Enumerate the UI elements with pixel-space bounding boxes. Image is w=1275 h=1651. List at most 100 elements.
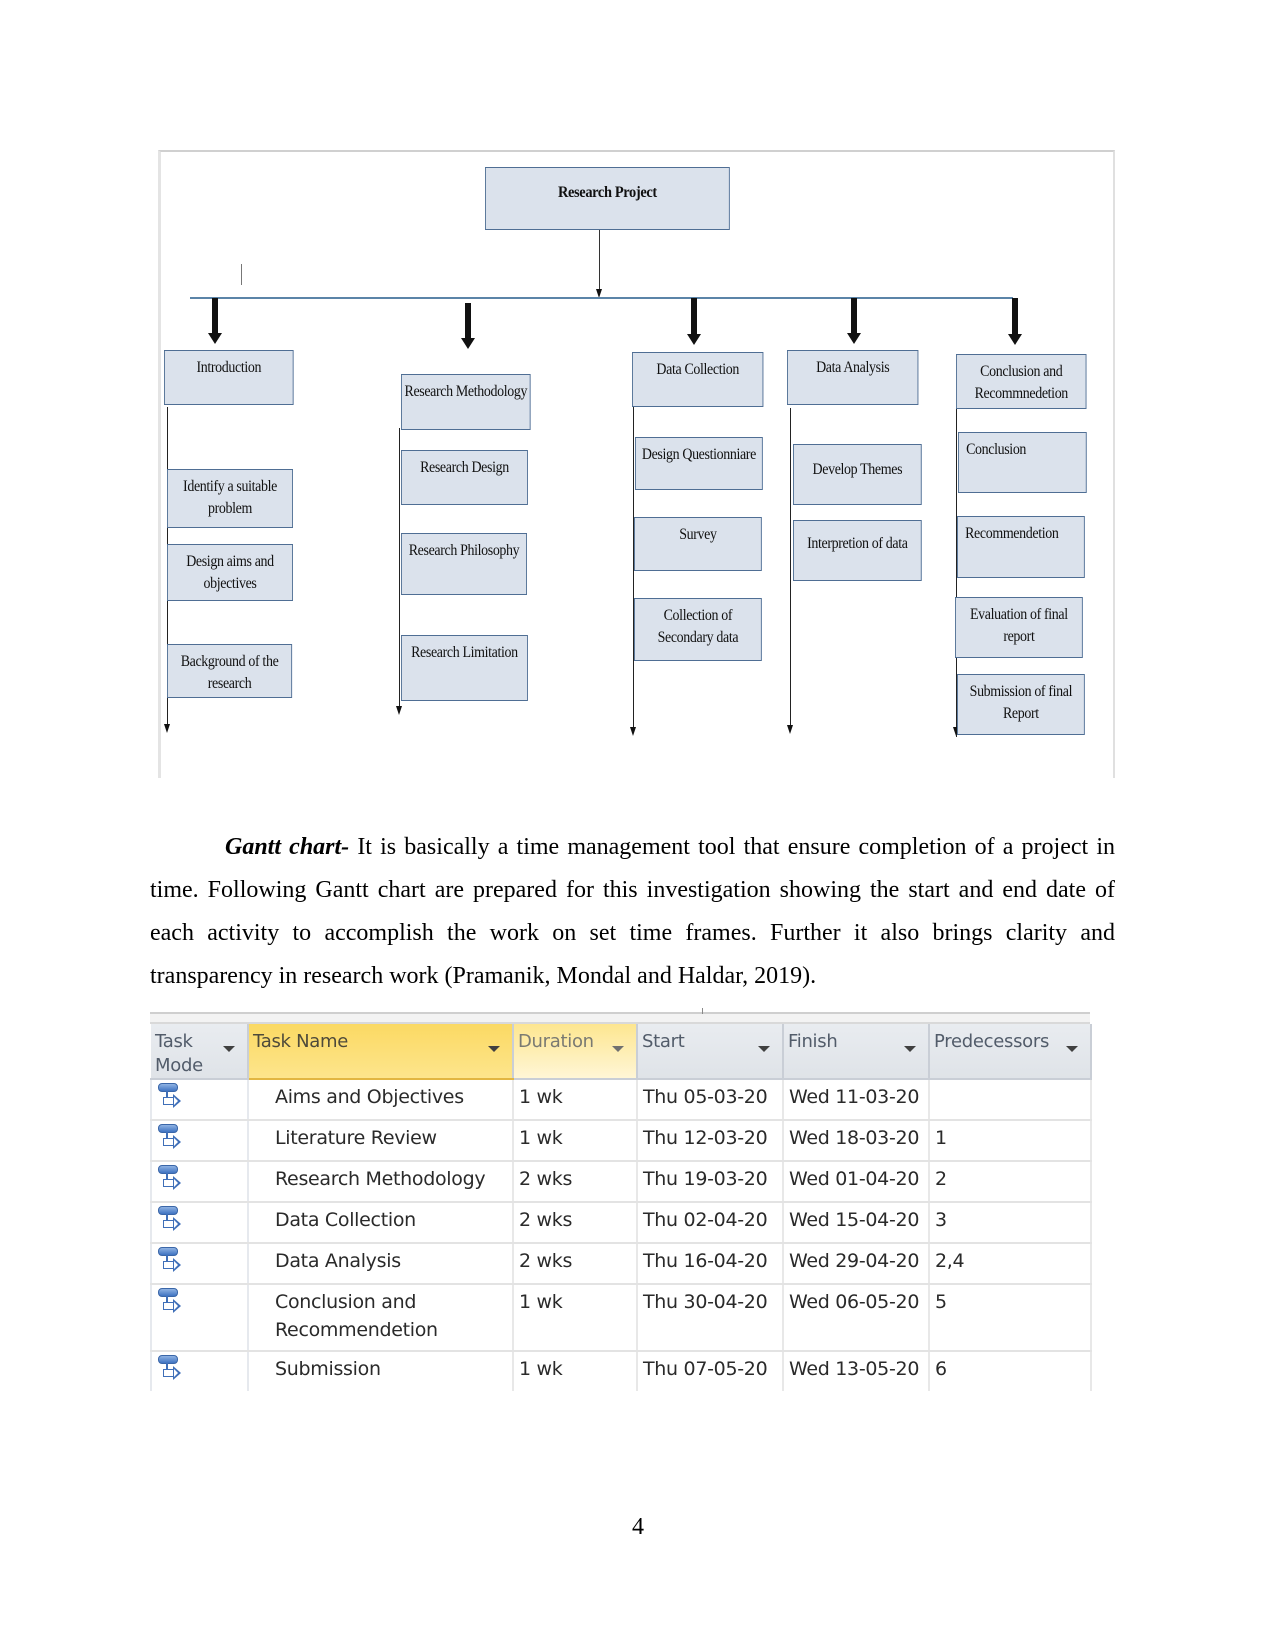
auto-scheduled-task-icon: [158, 1288, 184, 1316]
gantt-table: Task Mode Task Name Duration Start Finis…: [150, 1024, 1092, 1391]
branch-arrow-5: [1012, 298, 1018, 334]
task-name-cell[interactable]: Literature Review: [248, 1120, 514, 1162]
branch-node-research-methodology: Research Methodology: [401, 374, 531, 430]
gantt-table-screenshot: Task Mode Task Name Duration Start Finis…: [150, 1008, 1092, 1391]
child-node: Research Philosophy: [401, 533, 527, 595]
task-mode-cell[interactable]: [150, 1079, 249, 1121]
branch-node-data-collection: Data Collection: [632, 352, 764, 407]
duration-cell[interactable]: 2 wks: [513, 1243, 638, 1285]
predecessors-cell[interactable]: [929, 1079, 1092, 1121]
column-header-task-name[interactable]: Task Name: [248, 1024, 514, 1080]
branch-arrow-1: [212, 298, 218, 333]
child-node: Research Design: [401, 450, 528, 505]
predecessors-cell[interactable]: 2: [929, 1161, 1092, 1203]
task-name-cell[interactable]: Submission: [248, 1351, 514, 1391]
auto-scheduled-task-icon: [158, 1165, 184, 1193]
task-name-cell[interactable]: Aims and Objectives: [248, 1079, 514, 1121]
dropdown-arrow-icon[interactable]: [758, 1046, 770, 1052]
auto-scheduled-task-icon: [158, 1206, 184, 1234]
child-node: Evaluation of final report: [955, 597, 1083, 658]
column-header-task-mode[interactable]: Task Mode: [151, 1024, 249, 1080]
table-row[interactable]: Literature Review 1 wk Thu 12-03-20 Wed 18-…: [150, 1120, 1092, 1162]
child-node: Recommendetion: [957, 516, 1085, 578]
column-header-duration[interactable]: Duration: [513, 1024, 638, 1080]
branch-1-line-arrowhead: [164, 724, 170, 733]
dropdown-arrow-icon[interactable]: [904, 1046, 916, 1052]
auto-scheduled-task-icon: [158, 1355, 184, 1383]
table-row[interactable]: Data Analysis 2 wks Thu 16-04-20 Wed 29-04-…: [150, 1243, 1092, 1285]
finish-cell[interactable]: Wed 01-04-20: [783, 1161, 930, 1203]
branch-arrowhead-2: [461, 338, 475, 349]
task-mode-cell[interactable]: [150, 1202, 249, 1244]
column-header-predecessors[interactable]: Predecessors: [929, 1024, 1092, 1080]
predecessors-cell[interactable]: 3: [929, 1202, 1092, 1244]
table-row[interactable]: Conclusion and Recommendetion 1 wk Thu 30-…: [150, 1284, 1092, 1352]
finish-cell[interactable]: Wed 13-05-20: [783, 1351, 930, 1391]
dropdown-arrow-icon[interactable]: [1066, 1046, 1078, 1052]
branch-node-conclusion-recommendation: Conclusion and Recommnedetion: [956, 354, 1087, 409]
column-header-start[interactable]: Start: [637, 1024, 784, 1080]
table-row[interactable]: Data Collection 2 wks Thu 02-04-20 Wed 15-0…: [150, 1202, 1092, 1244]
finish-cell[interactable]: Wed 18-03-20: [783, 1120, 930, 1162]
finish-cell[interactable]: Wed 11-03-20: [783, 1079, 930, 1121]
diagram-layer: Research Project Introduction Identify a…: [0, 0, 1275, 800]
branch-3-line-arrowhead: [630, 727, 636, 736]
start-cell[interactable]: Thu 30-04-20: [637, 1284, 784, 1352]
table-row[interactable]: Research Methodology 2 wks Thu 19-03-20 Wed…: [150, 1161, 1092, 1203]
task-name-cell[interactable]: Data Collection: [248, 1202, 514, 1244]
column-header-label: Start: [642, 1031, 685, 1052]
predecessors-cell[interactable]: 1: [929, 1120, 1092, 1162]
predecessors-cell[interactable]: 2,4: [929, 1243, 1092, 1285]
task-mode-cell[interactable]: [150, 1284, 249, 1352]
child-node: Research Limitation: [401, 635, 528, 701]
task-name-cell[interactable]: Data Analysis: [248, 1243, 514, 1285]
duration-cell[interactable]: 2 wks: [513, 1161, 638, 1203]
task-mode-cell[interactable]: [150, 1120, 249, 1162]
duration-cell[interactable]: 2 wks: [513, 1202, 638, 1244]
dropdown-arrow-icon[interactable]: [612, 1046, 624, 1052]
task-mode-cell[interactable]: [150, 1351, 249, 1391]
page-number: 4: [632, 1514, 644, 1540]
dropdown-arrow-icon[interactable]: [223, 1046, 235, 1052]
predecessors-cell[interactable]: 5: [929, 1284, 1092, 1352]
branch-arrow-3: [691, 298, 697, 334]
duration-cell[interactable]: 1 wk: [513, 1120, 638, 1162]
duration-cell[interactable]: 1 wk: [513, 1351, 638, 1391]
start-cell[interactable]: Thu 12-03-20: [637, 1120, 784, 1162]
start-cell[interactable]: Thu 16-04-20: [637, 1243, 784, 1285]
table-row[interactable]: Aims and Objectives 1 wk Thu 05-03-20 Wed 1…: [150, 1079, 1092, 1121]
predecessors-cell[interactable]: 6: [929, 1351, 1092, 1391]
finish-cell[interactable]: Wed 06-05-20: [783, 1284, 930, 1352]
task-name-cell[interactable]: Conclusion and Recommendetion: [248, 1284, 514, 1352]
finish-cell[interactable]: Wed 15-04-20: [783, 1202, 930, 1244]
column-header-label: Task Mode: [155, 1031, 203, 1076]
paragraph-lead: Gantt chart-: [225, 834, 350, 860]
child-node: Background of the research: [167, 644, 293, 698]
column-header-label: Duration: [518, 1031, 594, 1052]
branch-node-introduction: Introduction: [164, 350, 294, 405]
duration-cell[interactable]: 1 wk: [513, 1284, 638, 1352]
start-cell[interactable]: Thu 19-03-20: [637, 1161, 784, 1203]
start-cell[interactable]: Thu 07-05-20: [637, 1351, 784, 1391]
task-mode-cell[interactable]: [150, 1161, 249, 1203]
diagram-root-node: Research Project: [485, 167, 730, 230]
duration-cell[interactable]: 1 wk: [513, 1079, 638, 1121]
column-header-finish[interactable]: Finish: [783, 1024, 930, 1080]
branch-connector-line: [190, 297, 1013, 299]
dropdown-arrow-icon[interactable]: [488, 1046, 500, 1052]
branch-arrowhead-5: [1008, 334, 1022, 345]
root-connector-line: [599, 230, 601, 290]
task-mode-cell[interactable]: [150, 1243, 249, 1285]
finish-cell[interactable]: Wed 29-04-20: [783, 1243, 930, 1285]
task-name-cell[interactable]: Research Methodology: [248, 1161, 514, 1203]
branch-arrowhead-3: [687, 334, 701, 345]
start-cell[interactable]: Thu 02-04-20: [637, 1202, 784, 1244]
child-node: Design aims and objectives: [167, 544, 293, 601]
column-header-label: Task Name: [253, 1031, 348, 1052]
branch-arrow-2: [465, 303, 471, 338]
table-header-row: Task Mode Task Name Duration Start Finis…: [151, 1024, 1092, 1080]
start-cell[interactable]: Thu 05-03-20: [637, 1079, 784, 1121]
auto-scheduled-task-icon: [158, 1083, 184, 1111]
table-row[interactable]: Submission 1 wk Thu 07-05-20 Wed 13-05-20 6: [150, 1351, 1092, 1391]
table-top-bar: [150, 1008, 1090, 1024]
